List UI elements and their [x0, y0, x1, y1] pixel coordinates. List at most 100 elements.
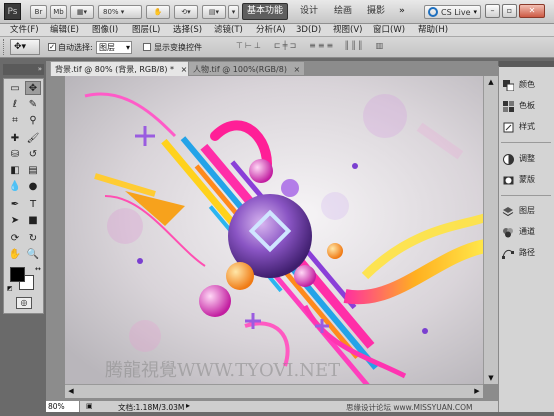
lasso-tool-icon[interactable]: ℓ — [7, 97, 23, 111]
close-window-button[interactable]: ✕ — [519, 4, 545, 18]
auto-select-dropdown[interactable]: 图层 ▾ — [96, 41, 132, 54]
distribute-top-icon[interactable]: ≡ — [309, 41, 316, 53]
blur-tool-icon[interactable]: 💧 — [7, 179, 23, 193]
panel-masks[interactable]: 蒙版 — [502, 171, 552, 189]
panel-channels[interactable]: 通道 — [502, 223, 552, 241]
status-zoom-field[interactable]: 80% — [46, 401, 80, 412]
tab-background-document[interactable]: 背景.tif @ 80% (背景, RGB/8) * × — [50, 61, 193, 76]
marquee-tool-icon[interactable]: ▭ — [7, 81, 23, 95]
align-right-icon[interactable]: ⊐ — [289, 41, 296, 53]
gradient-tool-icon[interactable]: ▤ — [25, 163, 41, 177]
tab-person-document[interactable]: 人物.tif @ 100%(RGB/8) × — [188, 61, 306, 76]
panel-styles[interactable]: 样式 — [502, 118, 552, 136]
bridge-button[interactable]: Br — [30, 5, 47, 19]
distribute-right-icon[interactable]: ║ — [358, 41, 363, 53]
auto-align-icon[interactable]: ▥ — [376, 41, 384, 53]
menu-help[interactable]: 帮助(H) — [418, 24, 448, 37]
pen-tool-icon[interactable]: ✒ — [7, 197, 23, 211]
move-tool-icon[interactable]: ✥ — [25, 81, 41, 95]
menu-edit[interactable]: 编辑(E) — [50, 24, 79, 37]
panel-channels-label: 通道 — [519, 227, 535, 236]
align-top-icon[interactable]: ⊤ — [236, 41, 243, 53]
path-selection-tool-icon[interactable]: ➤ — [7, 213, 23, 227]
align-vcenter-icon[interactable]: ⊢ — [245, 41, 252, 53]
brush-tool-icon[interactable]: 🖌 — [25, 131, 41, 145]
horizontal-scrollbar[interactable]: ◀ ▶ — [65, 384, 483, 398]
minibridge-button[interactable]: Mb — [50, 5, 67, 19]
hand-tool-button[interactable]: ✋ — [146, 5, 170, 19]
tab-close-icon[interactable]: × — [294, 65, 301, 74]
shape-tool-icon[interactable]: ■ — [25, 213, 41, 227]
history-brush-tool-icon[interactable]: ↺ — [25, 147, 41, 161]
distribute-left-icon[interactable]: ║ — [344, 41, 349, 53]
auto-select-checkbox[interactable]: ✓ — [48, 43, 56, 51]
minimize-button[interactable]: – — [485, 4, 500, 18]
auto-select-value: 图层 — [99, 43, 115, 52]
options-bar-grip[interactable] — [3, 39, 6, 55]
menu-view[interactable]: 视图(V) — [333, 24, 362, 37]
workspace-more-button[interactable]: » — [395, 3, 409, 20]
scroll-up-icon[interactable]: ▲ — [484, 76, 498, 88]
3d-rotate-tool-icon[interactable]: ⟳ — [7, 231, 23, 245]
menu-image[interactable]: 图像(I) — [92, 24, 118, 37]
menu-3d[interactable]: 3D(D) — [296, 24, 321, 37]
status-menu-arrow-icon[interactable]: ▸ — [186, 401, 190, 410]
crop-tool-icon[interactable]: ⌗ — [7, 113, 23, 127]
type-tool-icon[interactable]: T — [25, 197, 41, 211]
align-hcenter-icon[interactable]: ╪ — [283, 41, 288, 53]
menu-window[interactable]: 窗口(W) — [373, 24, 405, 37]
eyedropper-tool-icon[interactable]: ⚲ — [25, 113, 41, 127]
healing-brush-tool-icon[interactable]: ✚ — [7, 131, 23, 145]
menu-filter[interactable]: 滤镜(T) — [214, 24, 243, 37]
scroll-left-icon[interactable]: ◀ — [65, 385, 77, 398]
cs-live-button[interactable]: CS Live ▾ — [424, 5, 482, 19]
panel-adjustments[interactable]: 调整 — [502, 150, 552, 168]
clone-stamp-tool-icon[interactable]: ⛁ — [7, 147, 23, 161]
show-transform-checkbox[interactable] — [143, 43, 151, 51]
workspace-photography[interactable]: 摄影 — [363, 3, 389, 20]
tab-close-icon[interactable]: × — [181, 65, 188, 74]
menu-layer[interactable]: 图层(L) — [132, 24, 160, 37]
scroll-right-icon[interactable]: ▶ — [471, 385, 483, 398]
screen-mode-button[interactable]: ▾ — [228, 5, 239, 19]
align-left-icon[interactable]: ⊏ — [274, 41, 281, 53]
quick-mask-button[interactable]: ◎ — [16, 297, 32, 309]
zoom-level-value: 80% — [103, 8, 119, 16]
hand-tool-icon[interactable]: ✋ — [7, 247, 23, 261]
3d-orbit-tool-icon[interactable]: ↻ — [25, 231, 41, 245]
scroll-down-icon[interactable]: ▼ — [484, 372, 498, 384]
image-canvas[interactable]: 腾龍視覺WWW.TYOVI.NET — [65, 76, 495, 384]
default-colors-icon[interactable]: ◩ — [7, 285, 13, 292]
tool-preset-picker[interactable]: ✥▾ — [10, 39, 40, 55]
toolbox-header[interactable]: » — [3, 64, 44, 75]
arrange-documents-button[interactable]: ▤▾ — [202, 5, 226, 19]
maximize-button[interactable]: ▫ — [502, 4, 517, 18]
rotate-view-button[interactable]: ⟲▾ — [174, 5, 198, 19]
workspace-design[interactable]: 设计 — [296, 3, 322, 20]
menu-file[interactable]: 文件(F) — [10, 24, 39, 37]
eraser-tool-icon[interactable]: ◧ — [7, 163, 23, 177]
panel-layers[interactable]: 图层 — [502, 202, 552, 220]
zoom-level-select[interactable]: 80% ▾ — [98, 5, 142, 19]
align-distribute-buttons[interactable]: ⊤ ⊢ ⊥ ⊏ ╪ ⊐ ≡ ≡ ≡ ║ ║ ║ ▥ — [236, 41, 536, 53]
dodge-tool-icon[interactable]: ● — [25, 179, 41, 193]
menu-select[interactable]: 选择(S) — [173, 24, 202, 37]
distribute-vcenter-icon[interactable]: ≡ — [318, 41, 325, 53]
panel-paths[interactable]: 路径 — [502, 244, 552, 262]
align-bottom-icon[interactable]: ⊥ — [254, 41, 261, 53]
vertical-scrollbar[interactable]: ▲ ▼ — [483, 76, 498, 384]
foreground-color-swatch[interactable] — [10, 267, 25, 282]
zoom-tool-icon[interactable]: 🔍 — [25, 247, 41, 261]
panel-color[interactable]: 颜色 — [502, 76, 552, 94]
workspace-essentials[interactable]: 基本功能 — [242, 3, 289, 20]
panel-dock-header[interactable] — [499, 61, 554, 67]
workspace-painting[interactable]: 绘画 — [330, 3, 356, 20]
distribute-bottom-icon[interactable]: ≡ — [327, 41, 334, 53]
panel-swatches[interactable]: 色板 — [502, 97, 552, 115]
distribute-hcenter-icon[interactable]: ║ — [351, 41, 356, 53]
swap-colors-icon[interactable]: ↔ — [35, 265, 41, 273]
quick-selection-tool-icon[interactable]: ✎ — [25, 97, 41, 111]
view-extras-button[interactable]: ▦▾ — [70, 5, 94, 19]
menu-analysis[interactable]: 分析(A) — [256, 24, 285, 37]
paths-icon — [502, 247, 514, 259]
